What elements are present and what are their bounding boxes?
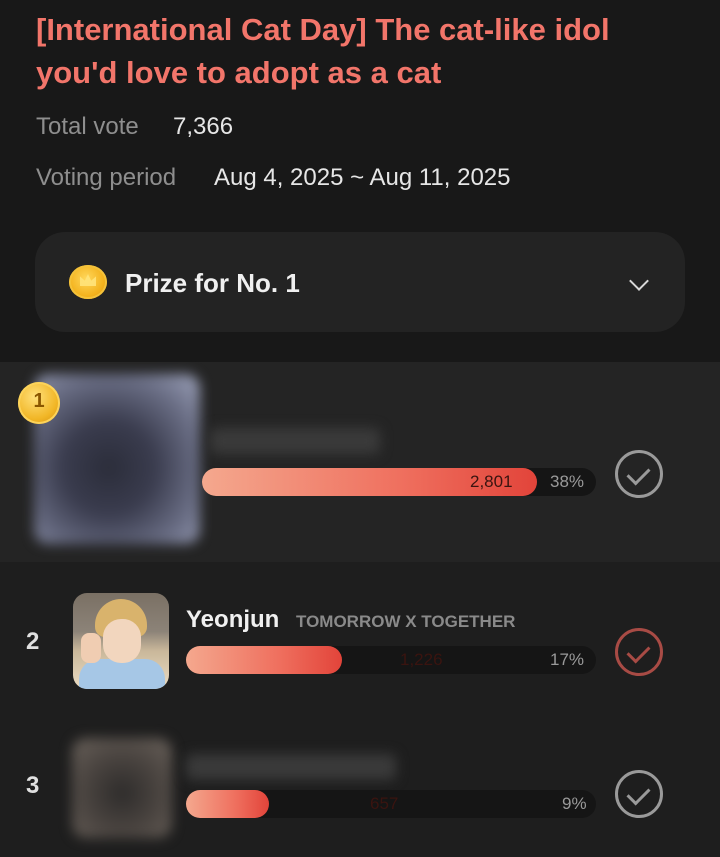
poll-title: [International Cat Day] The cat-like ido… [36, 12, 610, 90]
vote-percent: 38% [550, 472, 585, 491]
vote-percent: 9% [562, 794, 587, 813]
poll-header: [International Cat Day] The cat-like ido… [0, 0, 720, 362]
idol-name: Yeonjun [186, 606, 280, 633]
idol-group: TOMORROW X TOGETHER [296, 612, 516, 631]
check-icon [626, 461, 651, 486]
idol-photo-blurred [72, 738, 172, 838]
prize-label: Prize for No. 1 [125, 268, 300, 298]
vote-bar: 2,801 38% [202, 468, 596, 496]
total-vote-row: Total vote 7,366 [36, 113, 233, 141]
vote-bar: 657 9% [186, 790, 596, 818]
total-vote-value: 7,366 [173, 113, 234, 140]
idol-name-blurred [186, 754, 396, 780]
vote-percent: 17% [550, 650, 585, 669]
ranking-item: 1 2,801 38% [0, 362, 720, 562]
ranking-item: 2 Yeonjun TOMORROW X TOGETHER 1,226 17% [0, 578, 720, 708]
voting-period-row: Voting period Aug 4, 2025 ~ Aug 11, 2025 [36, 164, 510, 192]
ranking-list: 1 2,801 38% 2 Yeonjun TOMORROW X TOGETHE… [0, 362, 720, 857]
check-icon [626, 781, 651, 806]
vote-bar-fill [186, 790, 269, 818]
check-icon [626, 639, 651, 664]
vote-button[interactable] [615, 628, 663, 676]
voting-period-value: Aug 4, 2025 ~ Aug 11, 2025 [214, 164, 511, 191]
rank-number: 2 [26, 628, 40, 655]
rank-number: 3 [26, 772, 40, 799]
idol-name-blurred [210, 428, 380, 454]
vote-button[interactable] [615, 770, 663, 818]
vote-count: 1,226 [400, 650, 443, 669]
voting-period-label: Voting period [36, 164, 177, 191]
total-vote-label: Total vote [36, 113, 139, 140]
vote-count: 657 [370, 794, 399, 813]
vote-bar-fill [186, 646, 342, 674]
vote-bar: 1,226 17% [186, 646, 596, 674]
prize-dropdown[interactable]: Prize for No. 1 [35, 232, 685, 332]
coin-crown-icon [69, 265, 107, 299]
avatar [73, 593, 169, 689]
first-place-badge-icon: 1 [18, 382, 60, 424]
vote-button[interactable] [615, 450, 663, 498]
vote-count: 2,801 [470, 472, 513, 491]
ranking-item: 3 657 9% [0, 722, 720, 857]
chevron-down-icon [629, 271, 649, 291]
